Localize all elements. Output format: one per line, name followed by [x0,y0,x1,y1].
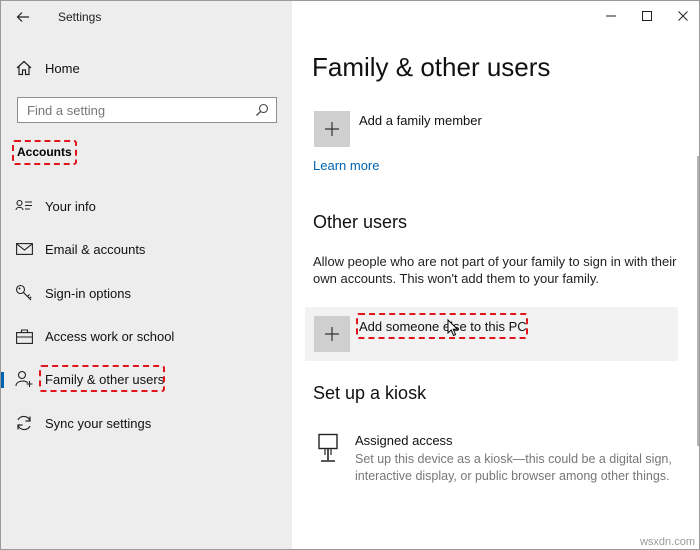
home-label: Home [45,60,80,76]
mouse-cursor-icon [447,319,459,337]
kiosk-heading: Set up a kiosk [313,383,427,403]
sidebar-item-your-info[interactable]: Your info [1,191,292,221]
person-add-icon [15,370,33,388]
sidebar-item-label: Access work or school [45,328,175,344]
search-box[interactable] [17,97,277,123]
sidebar-item-label: Your info [45,198,96,214]
assigned-access-description: Set up this device as a kiosk—this could… [355,452,672,483]
mail-icon [15,240,33,258]
page-title: Family & other users [312,52,551,82]
close-icon [678,11,688,21]
settings-window: Settings Home Accounts [0,0,700,550]
watermark: wsxdn.com [639,536,695,548]
other-users-heading: Other users [313,212,408,232]
main-content: Family & other users Add a family member… [292,1,699,549]
maximize-button[interactable] [629,1,665,31]
title-bar: Settings [1,1,292,33]
back-arrow-icon [16,12,29,22]
minimize-button[interactable] [593,1,629,31]
back-button[interactable] [11,6,35,28]
sidebar-item-family-other-users[interactable]: Family & other users [1,364,292,394]
add-family-member-button[interactable] [314,111,350,147]
minimize-icon [606,15,616,17]
other-users-description: Allow people who are not part of your fa… [313,254,677,286]
sidebar-item-label: Email & accounts [45,241,146,257]
app-title: Settings [58,10,102,24]
sidebar: Settings Home Accounts [1,1,292,549]
your-info-icon [15,197,33,215]
add-someone-else-row[interactable]: Add someone else to this PC [305,307,678,361]
plus-icon [325,327,339,341]
learn-more-link[interactable]: Learn more [313,158,379,173]
sidebar-item-sign-in-options[interactable]: Sign-in options [1,278,292,308]
sidebar-item-sync-settings[interactable]: Sync your settings [1,408,292,438]
search-input[interactable] [27,102,255,118]
add-family-member-label[interactable]: Add a family member [359,113,482,128]
key-icon [15,284,33,302]
search-icon[interactable] [255,103,269,117]
sidebar-item-access-work-school[interactable]: Access work or school [1,321,292,351]
sidebar-item-label: Family & other users [45,371,165,387]
close-button[interactable] [665,1,699,31]
add-someone-else-label[interactable]: Add someone else to this PC [359,319,527,334]
sidebar-item-email-accounts[interactable]: Email & accounts [1,234,292,264]
sidebar-item-label: Sync your settings [45,415,152,431]
active-indicator [1,372,4,388]
section-heading-accounts: Accounts [17,145,72,159]
sync-icon [15,414,33,432]
add-someone-else-button[interactable] [314,316,350,352]
sidebar-item-label: Sign-in options [45,285,131,301]
home-nav-item[interactable]: Home [15,59,80,77]
home-icon [16,60,32,76]
plus-icon [325,122,339,136]
kiosk-icon [318,433,338,462]
briefcase-icon [15,327,33,345]
scrollbar[interactable] [697,156,699,446]
window-controls [593,1,699,33]
maximize-icon [642,11,652,21]
assigned-access-title[interactable]: Assigned access [355,433,453,448]
